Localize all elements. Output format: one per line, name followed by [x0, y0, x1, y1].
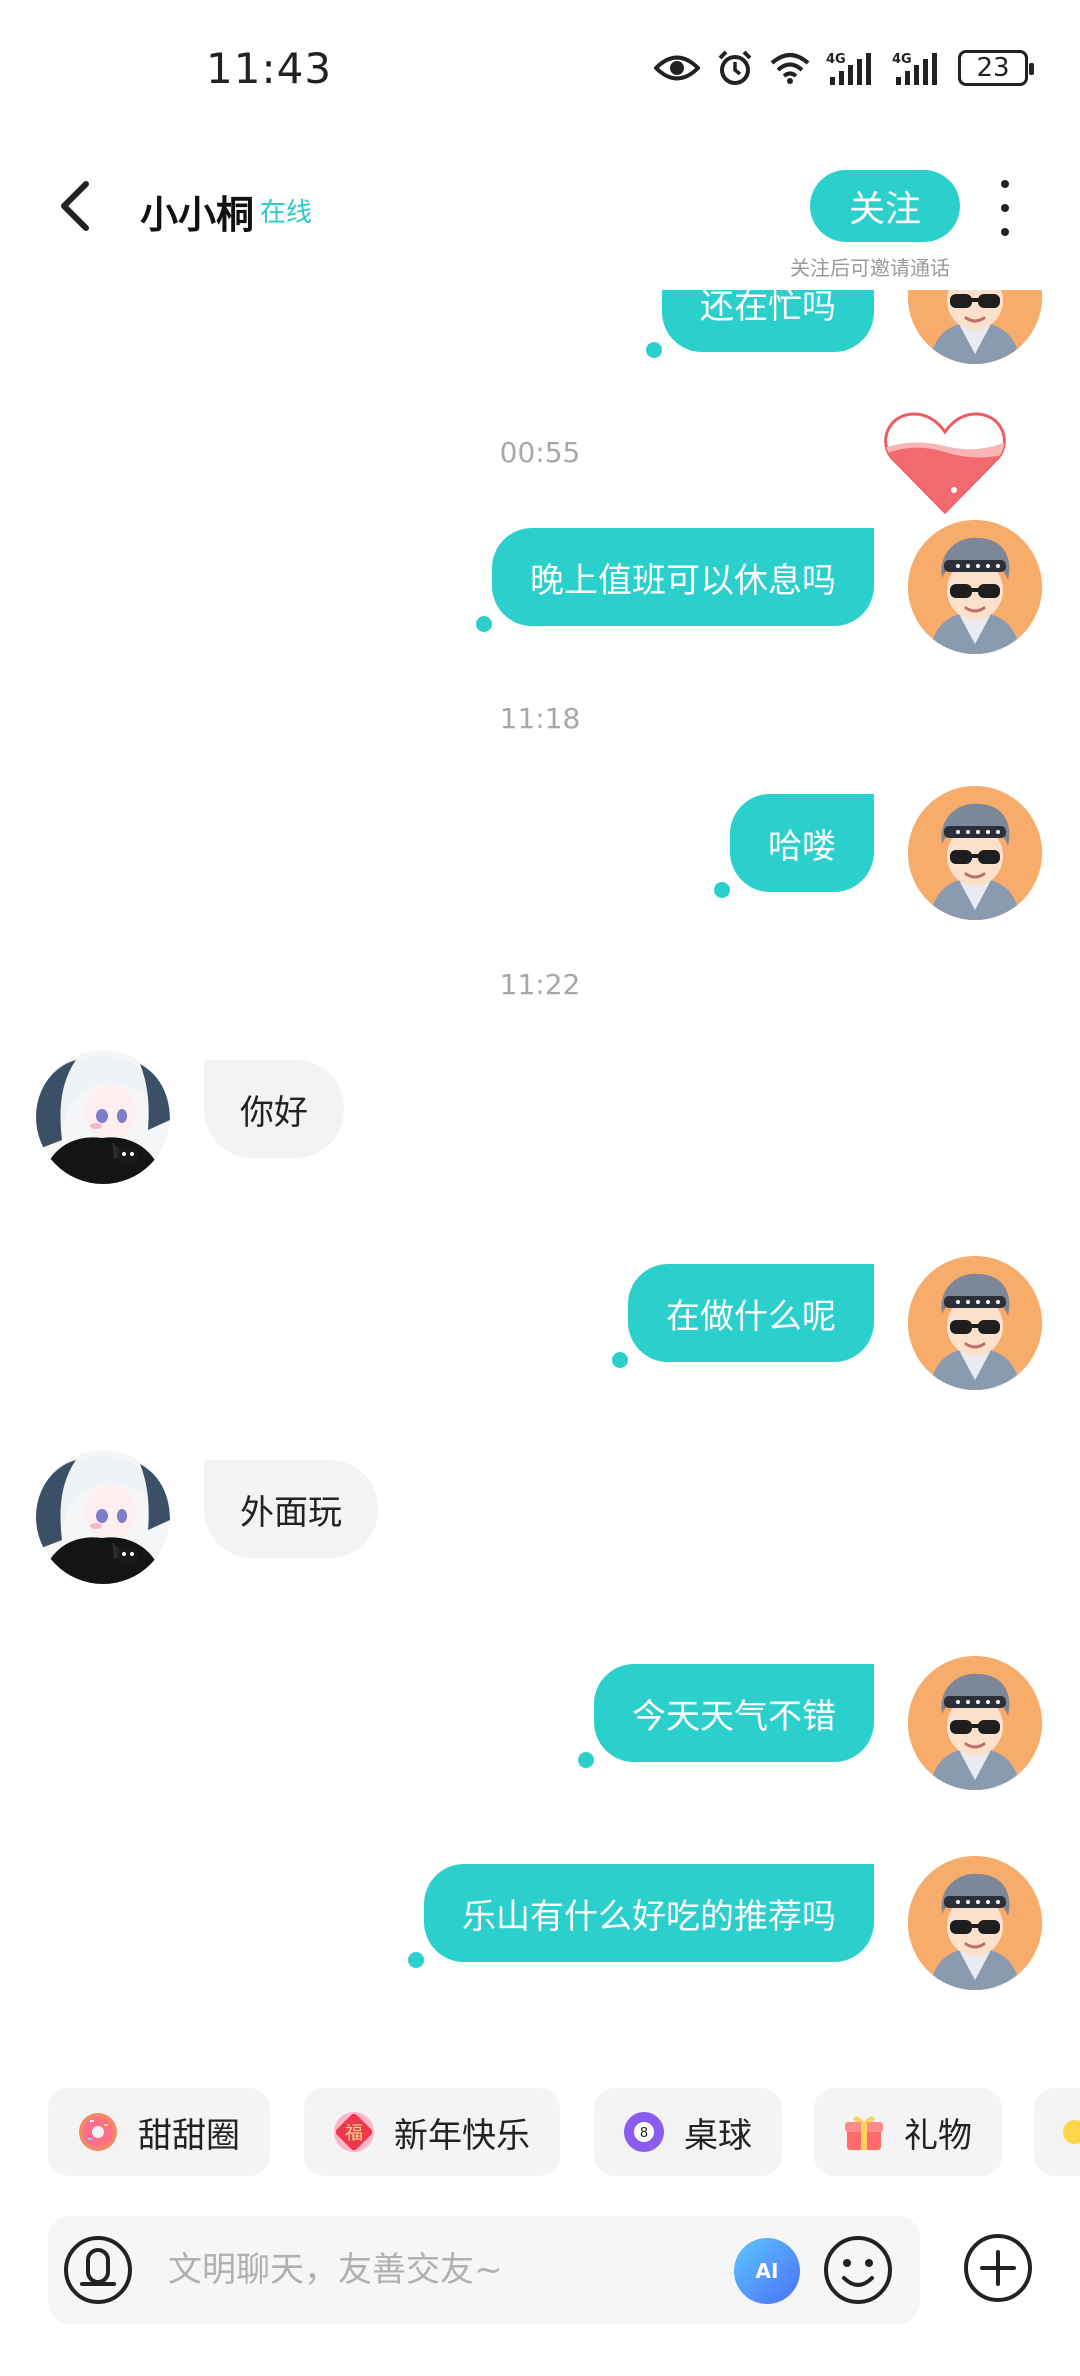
- message-text: 还在忙吗: [700, 290, 836, 327]
- outgoing-bubble[interactable]: 还在忙吗: [646, 290, 874, 358]
- quick-chip-gift[interactable]: 礼物: [814, 2088, 1002, 2176]
- voice-button[interactable]: [62, 2234, 134, 2306]
- add-attachment-button[interactable]: [962, 2232, 1034, 2304]
- my-avatar[interactable]: [908, 786, 1042, 920]
- quick-chip-more[interactable]: [1034, 2088, 1080, 2176]
- message-input[interactable]: [168, 2246, 728, 2294]
- back-button[interactable]: [44, 176, 104, 236]
- message-text: 今天天气不错: [632, 1696, 836, 1737]
- outgoing-bubble[interactable]: 在做什么呢: [612, 1264, 874, 1368]
- quick-chip-label: 礼物: [904, 2115, 972, 2156]
- fu-blessing-icon: 福: [332, 2110, 376, 2154]
- online-status: 在线: [260, 198, 313, 228]
- incoming-bubble[interactable]: 外面玩: [204, 1460, 378, 1558]
- more-options-button[interactable]: [985, 180, 1025, 236]
- message-input-bar: AI: [48, 2216, 920, 2324]
- svg-text:8: 8: [640, 2126, 648, 2141]
- incoming-bubble[interactable]: 你好: [204, 1060, 344, 1158]
- star-icon: [1054, 2110, 1080, 2154]
- message-text: 乐山有什么好吃的推荐吗: [462, 1896, 836, 1937]
- quick-chip-label: 新年快乐: [394, 2115, 530, 2156]
- timestamp: 11:22: [499, 968, 581, 1001]
- quick-chip-new-year[interactable]: 福 新年快乐: [304, 2088, 560, 2176]
- message-row: 你好: [0, 1050, 1080, 1210]
- outgoing-bubble[interactable]: 今天天气不错: [578, 1664, 874, 1768]
- outgoing-bubble[interactable]: 哈喽: [714, 794, 874, 898]
- timestamp: 11:18: [499, 702, 581, 735]
- message-row: 哈喽: [0, 786, 1080, 944]
- my-avatar[interactable]: [908, 1256, 1042, 1390]
- message-row: 在做什么呢: [0, 1256, 1080, 1414]
- message-text: 哈喽: [768, 826, 836, 867]
- status-time: 11:43: [206, 44, 333, 93]
- chat-list[interactable]: 还在忙吗 00:55 晚上值班可以休息吗 11:18 哈喽 11:22 你好 在…: [0, 290, 1080, 2070]
- battery-level: 23: [976, 53, 1010, 83]
- donut-icon: [76, 2110, 120, 2154]
- signal-4g-icon-1: 4G: [826, 48, 876, 88]
- ai-label: AI: [755, 2259, 779, 2283]
- svg-text:4G: 4G: [892, 52, 912, 67]
- my-avatar[interactable]: [908, 1656, 1042, 1790]
- quick-chip-billiards[interactable]: 8 桌球: [594, 2088, 782, 2176]
- message-row: 今天天气不错: [0, 1656, 1080, 1814]
- follow-button[interactable]: 关注: [810, 170, 960, 242]
- timestamp: 00:55: [499, 436, 581, 469]
- message-text: 在做什么呢: [666, 1296, 836, 1337]
- my-avatar[interactable]: [908, 1856, 1042, 1990]
- follow-hint: 关注后可邀请通话: [790, 256, 950, 280]
- message-row: 晚上值班可以休息吗: [0, 520, 1080, 678]
- quick-chip-label: 桌球: [684, 2115, 752, 2156]
- eye-icon: [654, 48, 700, 88]
- wifi-icon: [770, 48, 810, 88]
- my-avatar[interactable]: [908, 290, 1042, 364]
- battery-icon: 23: [958, 50, 1034, 86]
- billiard-ball-icon: 8: [622, 2110, 666, 2154]
- contact-avatar[interactable]: [36, 1450, 170, 1584]
- contact-avatar[interactable]: [36, 1050, 170, 1184]
- my-avatar[interactable]: [908, 520, 1042, 654]
- status-bar: 11:43 4G 4G 23: [0, 0, 1080, 140]
- outgoing-bubble[interactable]: 晚上值班可以休息吗: [476, 528, 874, 632]
- message-text: 外面玩: [240, 1492, 342, 1533]
- message-row: 还在忙吗: [0, 290, 1080, 404]
- outgoing-bubble[interactable]: 乐山有什么好吃的推荐吗: [408, 1864, 874, 1968]
- emoji-icon: [824, 2236, 892, 2304]
- status-icons: 4G 4G 23: [654, 48, 1034, 88]
- message-row: 外面玩: [0, 1450, 1080, 1610]
- plus-icon: [964, 2234, 1032, 2302]
- message-text: 晚上值班可以休息吗: [530, 560, 836, 601]
- quick-action-bar: 甜甜圈 福 新年快乐 8 桌球 礼物: [0, 2088, 1080, 2180]
- alarm-icon: [716, 48, 754, 88]
- message-row: 乐山有什么好吃的推荐吗: [0, 1856, 1080, 2014]
- gift-icon: [842, 2110, 886, 2154]
- chat-header: 小小桐 在线 关注 关注后可邀请通话: [0, 150, 1080, 290]
- quick-chip-donut[interactable]: 甜甜圈: [48, 2088, 270, 2176]
- voice-icon: [64, 2236, 132, 2304]
- chevron-left-icon: [61, 181, 89, 231]
- svg-text:福: 福: [345, 2123, 363, 2144]
- quick-chip-label: 甜甜圈: [138, 2115, 240, 2156]
- svg-text:4G: 4G: [826, 52, 846, 67]
- emoji-button[interactable]: [822, 2234, 894, 2306]
- signal-4g-icon-2: 4G: [892, 48, 942, 88]
- message-text: 你好: [240, 1092, 308, 1133]
- ai-assistant-button[interactable]: AI: [734, 2238, 800, 2304]
- contact-name: 小小桐: [140, 193, 255, 237]
